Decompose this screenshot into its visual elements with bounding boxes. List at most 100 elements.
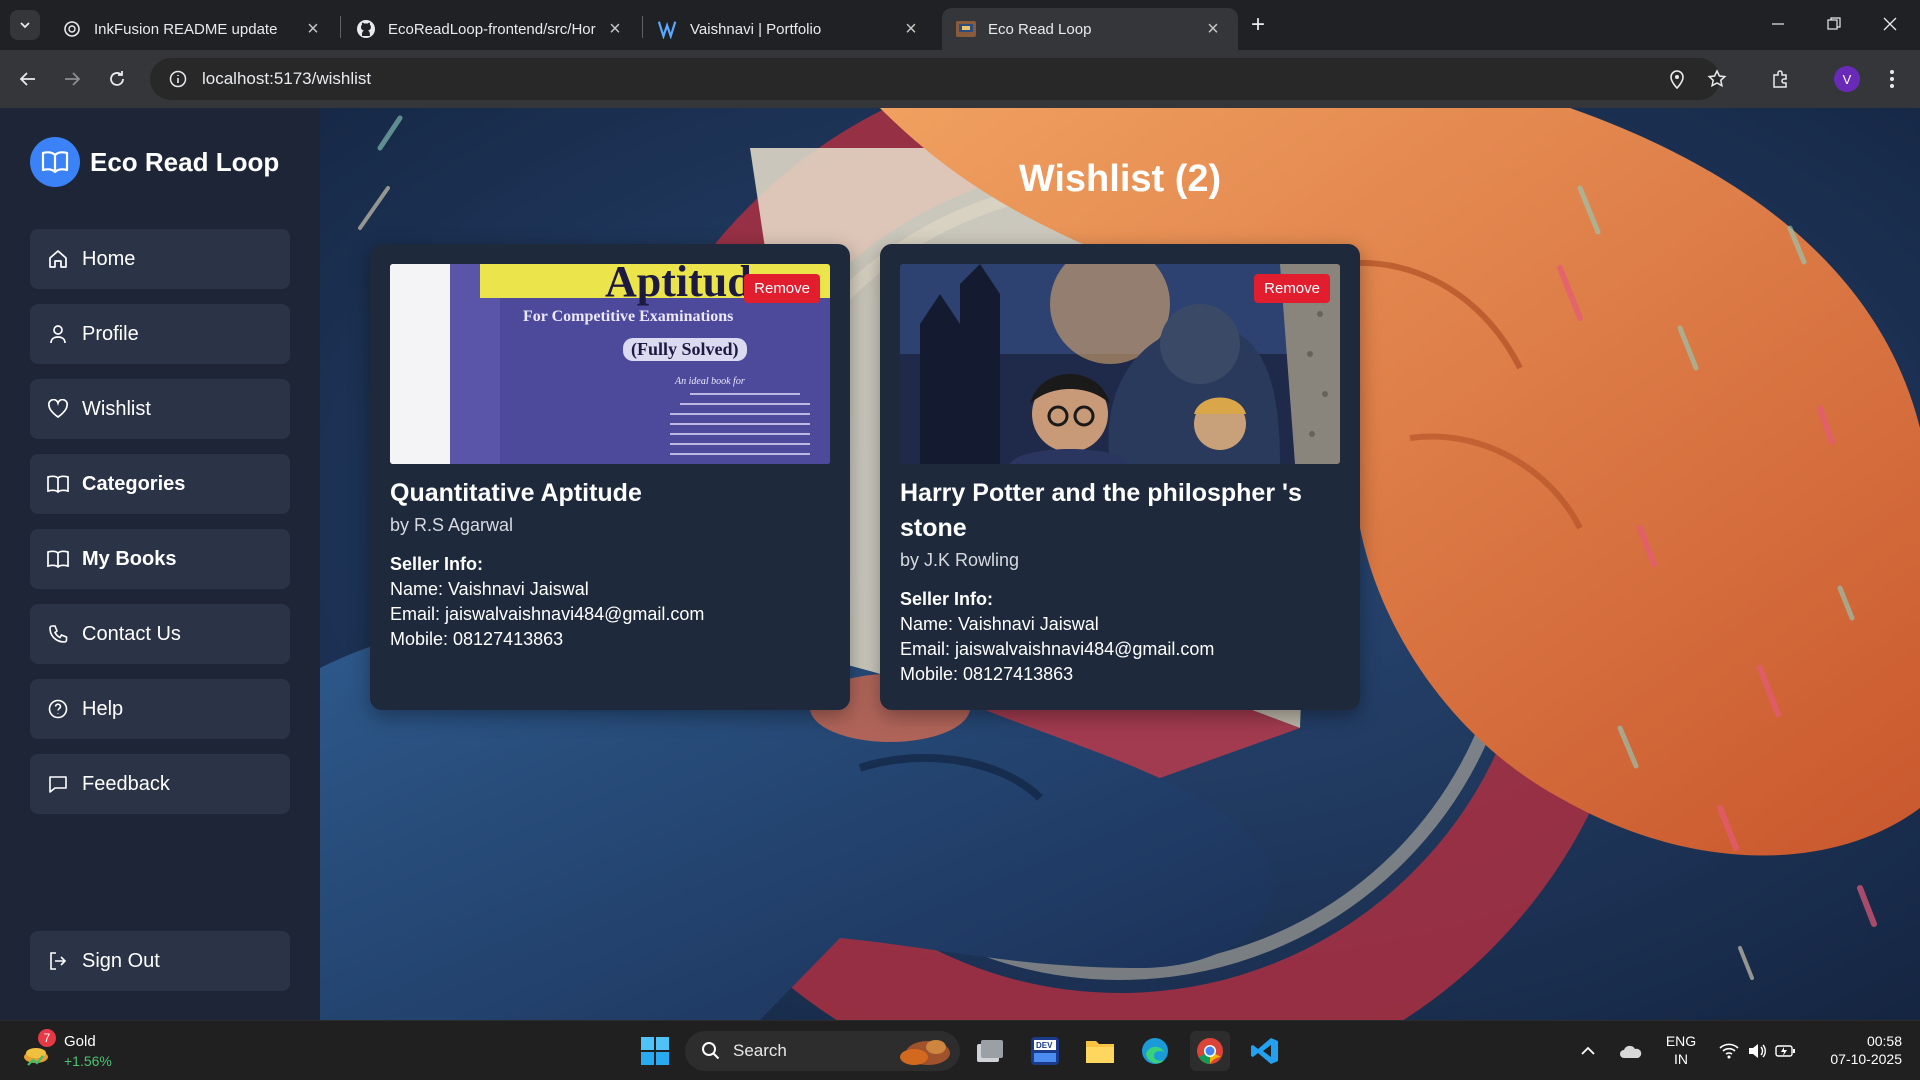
task-view-button[interactable] (970, 1031, 1010, 1071)
openai-icon (62, 19, 82, 39)
taskbar-search[interactable]: Search (685, 1031, 960, 1071)
tab-title: EcoReadLoop-frontend/src/Hor (388, 20, 596, 38)
location-icon[interactable] (1663, 65, 1691, 93)
onedrive-button[interactable] (1613, 1031, 1649, 1071)
nav-wishlist[interactable]: Wishlist (30, 379, 290, 439)
minimize-icon (1772, 23, 1784, 25)
volume-icon (1749, 1044, 1766, 1058)
nav-profile[interactable]: Profile (30, 304, 290, 364)
tab-eco-read-loop[interactable]: Eco Read Loop × (942, 8, 1238, 50)
svg-text:DEV: DEV (1036, 1041, 1053, 1050)
site-info-icon[interactable] (158, 70, 198, 88)
seller-info: Seller Info: Name: Vaishnavi Jaiswal Ema… (900, 587, 1340, 687)
chrome-button[interactable] (1190, 1031, 1230, 1071)
message-square-icon (46, 772, 70, 796)
profile-avatar[interactable]: V (1834, 66, 1860, 92)
brand[interactable]: Eco Read Loop (30, 137, 279, 187)
tab-github[interactable]: EcoReadLoop-frontend/src/Hor × (342, 8, 640, 50)
url-text: localhost:5173/wishlist (202, 69, 372, 88)
sign-out-label: Sign Out (82, 949, 160, 972)
clock-time: 00:58 (1866, 1033, 1902, 1049)
nav-categories[interactable]: Categories (30, 454, 290, 514)
tab-title: Vaishnavi | Portfolio (690, 20, 822, 38)
nav-home[interactable]: Home (30, 229, 290, 289)
close-window-button[interactable] (1862, 0, 1918, 48)
close-tab-icon[interactable]: × (604, 18, 626, 40)
book-cover-image[interactable]: Remove (900, 264, 1340, 464)
language-indicator[interactable]: ENG IN (1659, 1032, 1703, 1068)
close-tab-icon[interactable]: × (900, 18, 922, 40)
tab-title: Eco Read Loop (988, 20, 1092, 38)
seller-name: Name: Vaishnavi Jaiswal (900, 614, 1099, 634)
tab-portfolio[interactable]: Vaishnavi | Portfolio × (644, 8, 936, 50)
heart-icon (46, 397, 70, 421)
battery-icon (1775, 1045, 1795, 1057)
seller-info: Seller Info: Name: Vaishnavi Jaiswal Ema… (390, 552, 830, 652)
bookmark-star-icon[interactable] (1703, 65, 1731, 93)
windows-logo-icon (641, 1037, 669, 1065)
minimize-button[interactable] (1750, 0, 1806, 48)
vscode-button[interactable] (1245, 1031, 1285, 1071)
restore-icon (1827, 17, 1841, 30)
widget-change: +1.56% (64, 1053, 112, 1069)
book-open-icon (46, 472, 70, 496)
github-icon (356, 19, 376, 39)
task-view-icon (977, 1040, 1003, 1062)
seller-mobile: Mobile: 08127413863 (390, 629, 564, 649)
seller-mobile: Mobile: 08127413863 (900, 664, 1074, 684)
reload-button[interactable] (101, 63, 133, 95)
phone-icon (46, 622, 70, 646)
new-tab-button[interactable]: + (1245, 11, 1271, 38)
book-open-icon (46, 547, 70, 571)
portfolio-logo-icon (658, 19, 678, 39)
remove-button[interactable]: Remove (744, 274, 820, 303)
edge-button[interactable] (1135, 1031, 1175, 1071)
search-placeholder: Search (733, 1041, 787, 1060)
widget-badge: 7 (38, 1029, 56, 1047)
cloud-icon (1620, 1045, 1642, 1058)
cover-badge: (Fully Solved) (623, 338, 747, 361)
clock[interactable]: 00:58 07-10-2025 (1812, 1032, 1902, 1068)
address-bar[interactable]: localhost:5173/wishlist (150, 58, 1720, 100)
seller-name: Name: Vaishnavi Jaiswal (390, 579, 589, 599)
nav-label: Feedback (82, 772, 170, 795)
tab-inkfusion[interactable]: InkFusion README update × (48, 8, 338, 50)
extensions-icon[interactable] (1767, 65, 1795, 93)
cover-note: An ideal book for (675, 376, 745, 387)
sign-out-button[interactable]: Sign Out (30, 931, 290, 991)
weather-widget[interactable]: 7 Gold +1.56% (20, 1029, 160, 1073)
close-tab-icon[interactable]: × (302, 18, 324, 40)
sidebar: Eco Read Loop Home Profile Wishlist Cate… (0, 108, 320, 1020)
nav-feedback[interactable]: Feedback (30, 754, 290, 814)
close-tab-icon[interactable]: × (1202, 18, 1224, 40)
chrome-icon (1197, 1038, 1223, 1064)
remove-button[interactable]: Remove (1254, 274, 1330, 303)
seller-info-heading: Seller Info: (390, 554, 484, 574)
browser-tab-strip: InkFusion README update × EcoReadLoop-fr… (0, 0, 1920, 50)
tab-separator (340, 16, 341, 38)
wifi-icon (1719, 1043, 1739, 1059)
dev-app-button[interactable]: DEV (1025, 1031, 1065, 1071)
forward-button[interactable] (56, 63, 88, 95)
start-button[interactable] (635, 1031, 675, 1071)
nav-help[interactable]: Help (30, 679, 290, 739)
tab-search-button[interactable] (10, 10, 40, 40)
windows-taskbar: 7 Gold +1.56% Search DEV ENG IN 00:58 07… (0, 1020, 1920, 1080)
quick-settings-button[interactable] (1712, 1031, 1802, 1071)
more-menu-icon[interactable] (1878, 65, 1906, 93)
book-cover-image[interactable]: Aptitude For Competitive Examinations (F… (390, 264, 830, 464)
book-title: Harry Potter and the philospher 's stone (900, 479, 1302, 542)
nav-contact-us[interactable]: Contact Us (30, 604, 290, 664)
reload-icon (110, 71, 124, 86)
nav-my-books[interactable]: My Books (30, 529, 290, 589)
back-button[interactable] (12, 63, 44, 95)
help-circle-icon (46, 697, 70, 721)
nav-label: Wishlist (82, 397, 151, 420)
tab-separator (642, 16, 643, 38)
chevron-down-icon (20, 22, 30, 29)
show-hidden-icons-button[interactable] (1573, 1031, 1603, 1071)
file-explorer-button[interactable] (1080, 1031, 1120, 1071)
restore-button[interactable] (1806, 0, 1862, 48)
seller-email: Email: jaiswalvaishnavi484@gmail.com (390, 604, 705, 624)
dev-home-icon: DEV (1031, 1037, 1059, 1065)
